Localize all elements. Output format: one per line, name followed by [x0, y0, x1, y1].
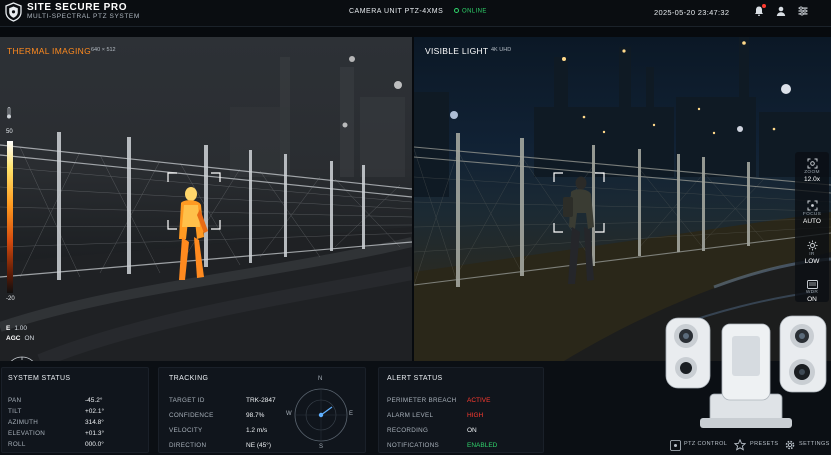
online-status-badge: ONLINE [454, 8, 487, 15]
shield-logo-icon [5, 2, 22, 22]
header-bar: SITE SECURE PRO MULTI-SPECTRAL PTZ SYSTE… [0, 0, 831, 27]
app-subtitle: MULTI-SPECTRAL PTZ SYSTEM [27, 13, 140, 20]
compass-west-label: W [286, 411, 292, 417]
ptz-control-icon[interactable] [670, 440, 681, 451]
settings-label[interactable]: SETTINGS [799, 441, 830, 447]
pan-label: PAN [8, 397, 22, 404]
zoom-icon [807, 158, 817, 169]
visible-title: VISIBLE LIGHT [425, 46, 489, 56]
focus-control[interactable]: FOCUS AUTO [795, 200, 829, 225]
tilt-value: +02.1° [85, 408, 105, 415]
tracking-panel: TRACKING TARGET ID TRK-2847 CONFIDENCE 9… [158, 367, 366, 453]
camera-control-strip: ZOOM 12.0x FOCUS AUTO IR LOW WDR ON [795, 152, 829, 303]
compass-east-label: E [349, 411, 354, 417]
target-id-value: TRK-2847 [246, 397, 276, 404]
app-title: SITE SECURE PRO [27, 2, 128, 13]
direction-value: NE (45°) [246, 442, 271, 449]
agc-value: ON [24, 335, 35, 342]
zoom-control[interactable]: ZOOM 12.0x [795, 158, 829, 183]
alarm-level-value: HIGH [467, 412, 484, 419]
target-position-dot [318, 412, 324, 418]
temp-scale-low: -20 [6, 296, 15, 302]
direction-label: DIRECTION [169, 442, 207, 449]
datetime-display: 2025-05-20 23:47:32 [654, 8, 730, 17]
perimeter-breach-label: PERIMETER BREACH [387, 397, 457, 404]
ir-label: IR [809, 252, 815, 257]
zoom-value: 12.0x [804, 176, 820, 183]
thermal-feed[interactable]: THERMAL IMAGING 640 × 512 50 -20 E 1.00 A… [0, 37, 412, 361]
zoom-label: ZOOM [804, 170, 820, 175]
tracking-compass [294, 388, 348, 442]
wdr-icon [806, 280, 818, 289]
thermal-scene [0, 56, 412, 361]
temperature-scale-bar [7, 141, 13, 293]
agc-readout: AGC ON [6, 335, 34, 342]
emissivity-value: 1.00 [14, 325, 27, 332]
thermometer-icon [7, 107, 11, 119]
emissivity-label: E [6, 325, 11, 332]
agc-label: AGC [6, 335, 21, 342]
user-icon[interactable] [775, 5, 787, 17]
azimuth-value: 314.8° [85, 419, 104, 426]
velocity-value: 1.2 m/s [246, 427, 268, 434]
azimuth-label: AZIMUTH [8, 419, 39, 426]
focus-value: AUTO [803, 218, 821, 225]
camera-unit-label: CAMERA UNIT PTZ-4XMS [349, 8, 444, 15]
ir-value: LOW [804, 258, 820, 265]
elevation-label: ELEVATION [8, 430, 46, 437]
alert-status-panel: ALERT STATUS PERIMETER BREACH ACTIVE ALA… [378, 367, 544, 453]
ptz-control-label[interactable]: PTZ CONTROL [684, 441, 727, 447]
alert-status-title: ALERT STATUS [387, 375, 443, 382]
confidence-label: CONFIDENCE [169, 412, 214, 419]
online-status-text: ONLINE [462, 8, 487, 15]
notifications-label: NOTIFICATIONS [387, 442, 440, 449]
confidence-value: 98.7% [246, 412, 265, 419]
recording-label: RECORDING [387, 427, 429, 434]
tilt-label: TILT [8, 408, 22, 415]
target-id-label: TARGET ID [169, 397, 205, 404]
roll-label: ROLL [8, 441, 26, 448]
alarm-level-label: ALARM LEVEL [387, 412, 434, 419]
star-icon[interactable] [734, 439, 746, 451]
emissivity-readout: E 1.00 [6, 325, 27, 332]
wdr-label: WDR [805, 290, 819, 295]
velocity-label: VELOCITY [169, 427, 203, 434]
compass-north-label: N [318, 376, 323, 382]
notifications-value: ENABLED [467, 442, 498, 449]
status-dot-icon [454, 8, 459, 13]
thermal-title: THERMAL IMAGING [7, 46, 91, 56]
wdr-value: ON [807, 296, 817, 303]
tracking-title: TRACKING [169, 375, 209, 382]
focus-label: FOCUS [802, 212, 822, 217]
compass-south-label: S [319, 444, 324, 450]
roll-value: 000.0° [85, 441, 104, 448]
temp-scale-high: 50 [6, 129, 13, 135]
pan-value: -45.2° [85, 397, 103, 404]
gear-icon[interactable] [784, 439, 796, 451]
ir-icon [807, 240, 817, 251]
ir-control[interactable]: IR LOW [795, 240, 829, 265]
presets-label[interactable]: PRESETS [750, 441, 778, 447]
ptz-camera-image [665, 315, 827, 428]
thermal-resolution: 640 × 512 [91, 47, 116, 53]
visible-resolution: 4K UHD [491, 47, 512, 53]
system-status-title: SYSTEM STATUS [8, 375, 71, 382]
system-status-panel: SYSTEM STATUS PAN -45.2° TILT +02.1° AZI… [1, 367, 149, 453]
settings-icon[interactable] [797, 5, 809, 17]
elevation-value: +01.3° [85, 430, 105, 437]
wdr-control[interactable]: WDR ON [795, 280, 829, 303]
focus-icon [807, 200, 817, 211]
perimeter-breach-value: ACTIVE [467, 397, 491, 404]
recording-value: ON [467, 427, 477, 434]
notification-badge [762, 4, 766, 8]
